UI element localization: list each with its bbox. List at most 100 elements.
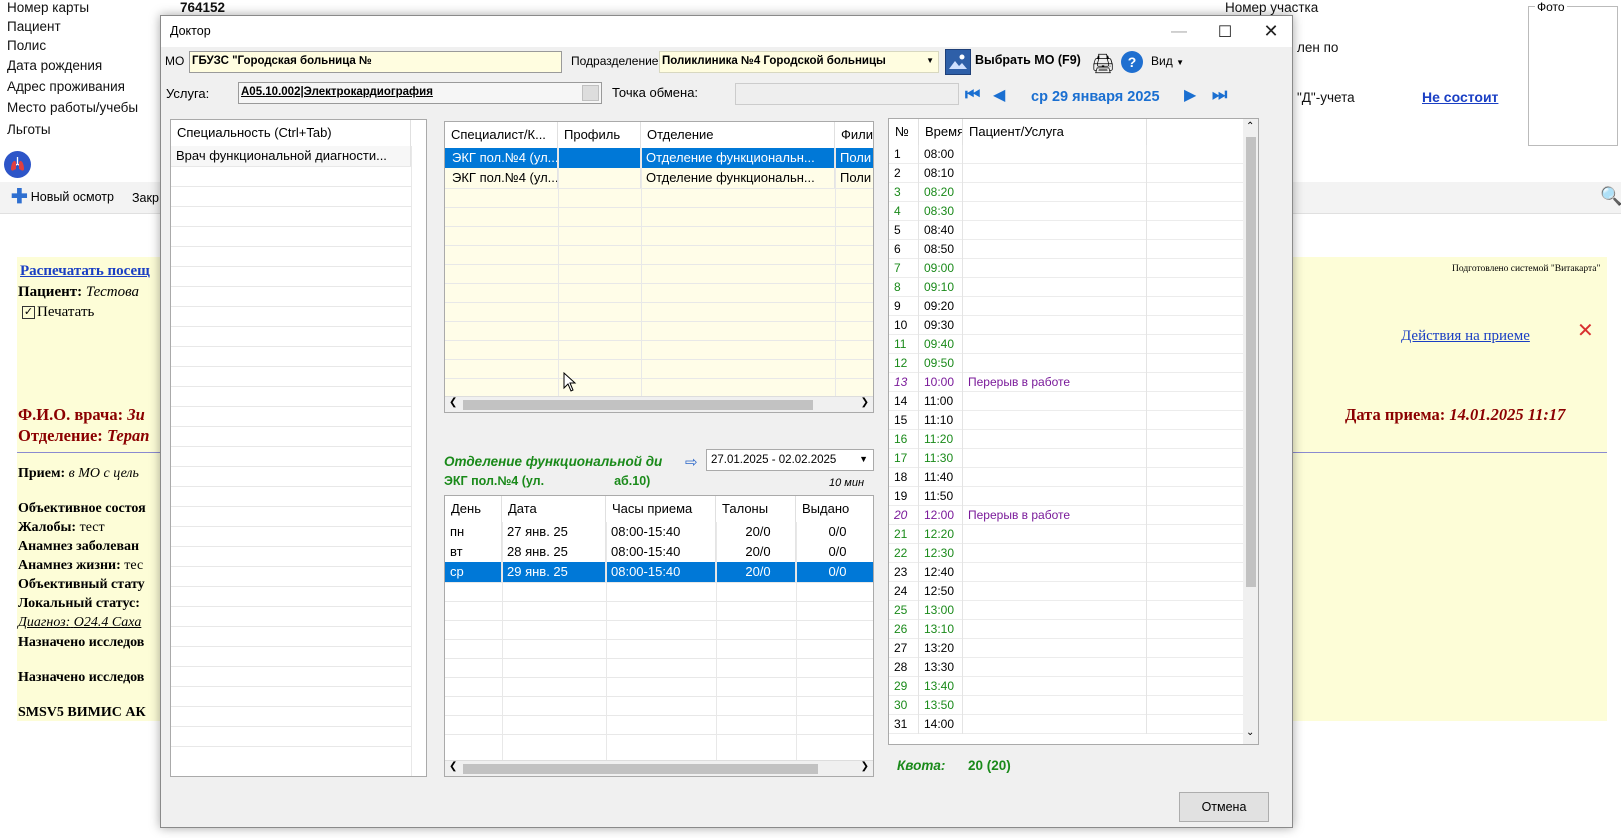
col-profile[interactable]: Профиль <box>558 122 641 148</box>
actions-link[interactable]: Действия на приеме <box>1401 328 1530 345</box>
slot-row[interactable]: 22 12:30 <box>889 544 1243 563</box>
slot-row[interactable]: 26 13:10 <box>889 620 1243 639</box>
next-page-icon[interactable]: ▶ <box>1184 85 1196 105</box>
slot-row[interactable]: 24 12:50 <box>889 582 1243 601</box>
slot-row[interactable]: 14 11:00 <box>889 392 1243 411</box>
col-time[interactable]: Время <box>919 119 963 145</box>
prev-page-icon[interactable]: ◀ <box>993 85 1005 105</box>
scroll-right-icon[interactable]: ❯ <box>861 397 869 408</box>
slot-row[interactable]: 27 13:20 <box>889 639 1243 658</box>
select-mo-icon[interactable] <box>945 49 971 75</box>
view-menu[interactable]: Вид ▼ <box>1151 54 1184 68</box>
slot-row[interactable]: 25 13:00 <box>889 601 1243 620</box>
cell: 13:30 <box>919 658 963 677</box>
slot-row[interactable]: 31 14:00 <box>889 715 1243 734</box>
slot-row[interactable]: 9 09:20 <box>889 297 1243 316</box>
vertical-scrollbar[interactable]: ⌃ ⌄ <box>1243 119 1258 744</box>
mo-field[interactable]: ГБУЗС "Городская больница № <box>189 51 562 73</box>
maximize-icon[interactable]: ☐ <box>1202 16 1248 47</box>
slot-row[interactable]: 17 11:30 <box>889 449 1243 468</box>
last-page-icon[interactable]: ⏭ <box>1212 85 1227 105</box>
col-tickets[interactable]: Талоны <box>716 496 796 522</box>
new-exam-button[interactable]: ✚ Новый осмотр <box>11 187 114 207</box>
service-field[interactable]: A05.10.002|Электрокардиография <box>238 82 602 104</box>
col-day[interactable]: День <box>445 496 502 522</box>
slot-row[interactable]: 28 13:30 <box>889 658 1243 677</box>
subdivision-dropdown[interactable]: Поликлиника №4 Городской больницы ▼ <box>659 51 939 73</box>
search-add-icon[interactable]: 🔍 <box>1600 186 1621 207</box>
slot-row[interactable]: 11 09:40 <box>889 335 1243 354</box>
scroll-left-icon[interactable]: ❮ <box>449 397 457 408</box>
slot-row[interactable]: 8 09:10 <box>889 278 1243 297</box>
table-row[interactable]: Врач функциональной диагности... <box>171 146 411 166</box>
col-date[interactable]: Дата <box>502 496 606 522</box>
slot-row[interactable]: 12 09:50 <box>889 354 1243 373</box>
date-range-dropdown[interactable]: 27.01.2025 - 02.02.2025 ▼ <box>706 449 874 471</box>
table-row[interactable]: ср 29 янв. 25 08:00-15:40 20/0 0/0 <box>445 562 873 582</box>
service-picker-button[interactable] <box>582 85 599 101</box>
lungs-icon[interactable] <box>4 151 31 178</box>
export-icon[interactable]: ⇨ <box>685 453 698 471</box>
select-mo-button[interactable]: Выбрать МО (F9) <box>975 53 1081 67</box>
slot-row[interactable]: 13 10:00 Перерыв в работе <box>889 373 1243 392</box>
scroll-thumb[interactable] <box>1246 137 1256 587</box>
slot-row[interactable]: 19 11:50 <box>889 487 1243 506</box>
dialog-title: Доктор <box>170 24 211 38</box>
slot-row[interactable]: 30 13:50 <box>889 696 1243 715</box>
slot-row[interactable]: 7 09:00 <box>889 259 1243 278</box>
slot-row[interactable]: 16 11:20 <box>889 430 1243 449</box>
scroll-left-icon[interactable]: ❮ <box>449 761 457 772</box>
scroll-right-icon[interactable]: ❯ <box>861 761 869 772</box>
close-dialog-icon[interactable]: ✕ <box>1248 16 1294 47</box>
close-button-fragment[interactable]: Закр <box>132 191 159 205</box>
exchange-field[interactable] <box>735 83 959 105</box>
slot-row[interactable]: 6 08:50 <box>889 240 1243 259</box>
col-department[interactable]: Отделение <box>641 122 835 148</box>
col-branch[interactable]: Фили <box>835 122 873 148</box>
grid-line <box>171 266 411 267</box>
slot-row[interactable]: 3 08:20 <box>889 183 1243 202</box>
specialty-header[interactable]: Специальность (Ctrl+Tab) <box>171 120 411 146</box>
slot-row[interactable]: 1 08:00 <box>889 145 1243 164</box>
horizontal-scrollbar[interactable]: ❮ ❯ <box>445 760 873 776</box>
scroll-thumb[interactable] <box>463 400 813 410</box>
checkbox-icon[interactable]: ✓ <box>22 306 35 319</box>
cell: 08:10 <box>919 164 963 183</box>
help-icon[interactable]: ? <box>1121 51 1143 73</box>
table-row[interactable]: ЭКГ пол.№4 (ул... Отделение функциональн… <box>445 148 873 168</box>
slot-row[interactable]: 5 08:40 <box>889 221 1243 240</box>
col-patient[interactable]: Пациент/Услуга <box>963 119 1147 145</box>
printer-icon[interactable]: 🖨 <box>1091 52 1115 76</box>
slot-row[interactable]: 15 11:10 <box>889 411 1243 430</box>
minimize-icon[interactable]: — <box>1156 16 1202 47</box>
print-visit-link[interactable]: Распечатать посещ <box>20 263 150 280</box>
slot-row[interactable]: 29 13:40 <box>889 677 1243 696</box>
dialog-titlebar[interactable]: Доктор — ☐ ✕ <box>161 16 1292 47</box>
scroll-down-icon[interactable]: ⌄ <box>1246 727 1254 738</box>
close-icon[interactable]: ✕ <box>1577 318 1594 343</box>
mo-label: МО <box>165 54 185 68</box>
grid-line <box>171 286 411 287</box>
table-row[interactable]: вт 28 янв. 25 08:00-15:40 20/0 0/0 <box>445 542 873 562</box>
horizontal-scrollbar[interactable]: ❮ ❯ <box>445 396 873 412</box>
slot-row[interactable]: 20 12:00 Перерыв в работе <box>889 506 1243 525</box>
col-specialist[interactable]: Специалист/К... <box>445 122 558 148</box>
slot-row[interactable]: 4 08:30 <box>889 202 1243 221</box>
col-issued[interactable]: Выдано <box>796 496 873 522</box>
print-checkbox[interactable]: ✓ Печатать <box>22 304 94 321</box>
slot-row[interactable]: 2 08:10 <box>889 164 1243 183</box>
col-number[interactable]: № <box>889 119 919 145</box>
cell: Перерыв в работе <box>963 506 1147 525</box>
scroll-thumb[interactable] <box>463 764 818 774</box>
not-registered-link[interactable]: Не состоит <box>1422 89 1498 105</box>
slot-row[interactable]: 10 09:30 <box>889 316 1243 335</box>
slot-row[interactable]: 23 12:40 <box>889 563 1243 582</box>
first-page-icon[interactable]: ⏮ <box>965 85 980 105</box>
slot-row[interactable]: 18 11:40 <box>889 468 1243 487</box>
col-hours[interactable]: Часы приема <box>606 496 716 522</box>
table-row[interactable]: ЭКГ пол.№4 (ул... Отделение функциональн… <box>445 168 873 188</box>
table-row[interactable]: пн 27 янв. 25 08:00-15:40 20/0 0/0 <box>445 522 873 542</box>
slot-row[interactable]: 21 12:20 <box>889 525 1243 544</box>
cancel-button[interactable]: Отмена <box>1179 792 1269 822</box>
scroll-up-icon[interactable]: ⌃ <box>1246 121 1254 132</box>
